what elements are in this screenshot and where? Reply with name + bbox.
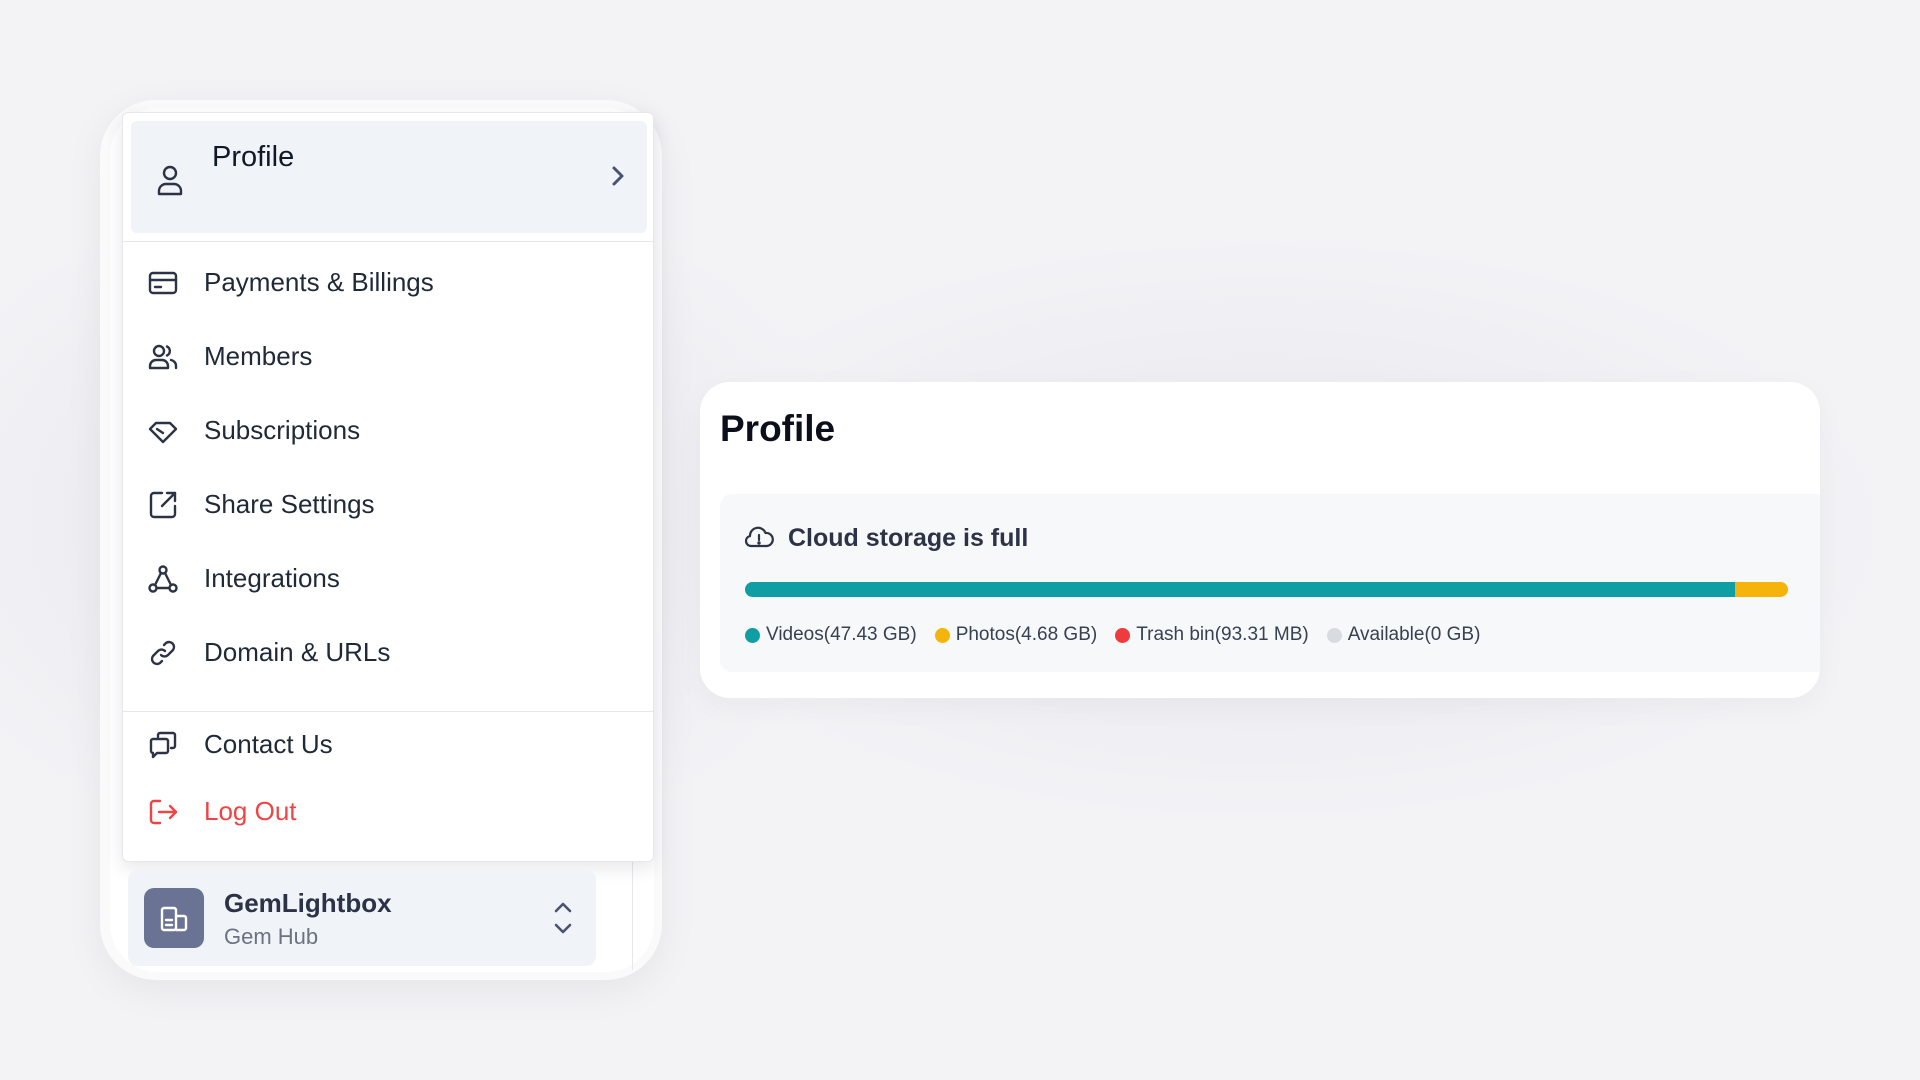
chat-icon <box>147 729 179 761</box>
menu-item-label: Profile <box>212 141 295 173</box>
menu-item-label: Payments & Billings <box>204 267 434 297</box>
workspace-subtitle: Gem Hub <box>224 924 319 949</box>
legend-label: Photos(4.68 GB) <box>955 624 1098 645</box>
menu-item-profile[interactable]: Profile <box>131 121 647 233</box>
menu-item-payments[interactable]: Payments & Billings <box>123 253 655 313</box>
account-menu: Profile Payments & Billings Members Subs… <box>122 112 654 862</box>
menu-item-integrations[interactable]: Integrations <box>123 549 655 609</box>
menu-separator <box>123 711 653 712</box>
menu-item-domain[interactable]: Domain & URLs <box>123 623 655 683</box>
menu-item-logout[interactable]: Log Out <box>123 782 655 842</box>
menu-separator <box>123 241 653 242</box>
storage-legend: Videos(47.43 GB) Photos(4.68 GB) Trash b… <box>745 624 1480 646</box>
chevron-up-down-icon <box>552 900 574 941</box>
external-link-icon <box>147 489 179 521</box>
workspace-switcher[interactable]: GemLightbox Gem Hub <box>128 870 596 966</box>
integrations-icon <box>147 563 179 595</box>
logout-icon <box>147 796 179 828</box>
menu-item-contact[interactable]: Contact Us <box>123 715 655 775</box>
workspace-logo <box>144 888 204 948</box>
menu-item-share-settings[interactable]: Share Settings <box>123 475 655 535</box>
menu-item-label: Subscriptions <box>204 415 361 445</box>
sidebar-divider <box>632 860 633 970</box>
menu-item-label: Log Out <box>204 796 297 826</box>
credit-card-icon <box>147 267 179 299</box>
menu-item-members[interactable]: Members <box>123 327 655 387</box>
usage-segment-videos <box>745 582 1735 597</box>
legend-label: Available(0 GB) <box>1347 624 1481 645</box>
menu-item-label: Contact Us <box>204 729 333 759</box>
usage-segment-photos <box>1734 582 1788 597</box>
menu-item-label: Share Settings <box>204 489 375 519</box>
chevron-right-icon <box>611 165 625 192</box>
menu-item-label: Integrations <box>204 563 340 593</box>
user-icon <box>155 163 185 202</box>
users-icon <box>147 341 179 373</box>
legend-dot <box>1326 627 1342 643</box>
diamond-icon <box>147 415 179 447</box>
menu-item-label: Domain & URLs <box>204 637 391 667</box>
profile-card: Profile Cloud storage is full Videos(47.… <box>700 382 1820 698</box>
legend-item-trash: Trash bin(93.31 MB) <box>1115 624 1309 646</box>
page-title: Profile <box>720 408 836 449</box>
legend-dot <box>745 627 760 643</box>
legend-item-photos: Photos(4.68 GB) <box>934 624 1098 646</box>
legend-item-available: Available(0 GB) <box>1326 624 1481 646</box>
legend-label: Trash bin(93.31 MB) <box>1136 624 1309 645</box>
legend-dot <box>1115 627 1131 643</box>
link-icon <box>147 637 179 669</box>
menu-item-label: Members <box>204 341 313 371</box>
storage-usage-bar <box>745 582 1788 597</box>
menu-item-subscriptions[interactable]: Subscriptions <box>123 401 655 461</box>
legend-dot <box>934 627 950 643</box>
cloud-alert-icon <box>744 524 774 557</box>
workspace-name: GemLightbox <box>224 888 392 918</box>
legend-item-videos: Videos(47.43 GB) <box>745 624 917 646</box>
legend-label: Videos(47.43 GB) <box>766 624 917 645</box>
storage-heading: Cloud storage is full <box>788 524 1029 552</box>
storage-panel: Cloud storage is full Videos(47.43 GB) P… <box>720 494 1820 672</box>
